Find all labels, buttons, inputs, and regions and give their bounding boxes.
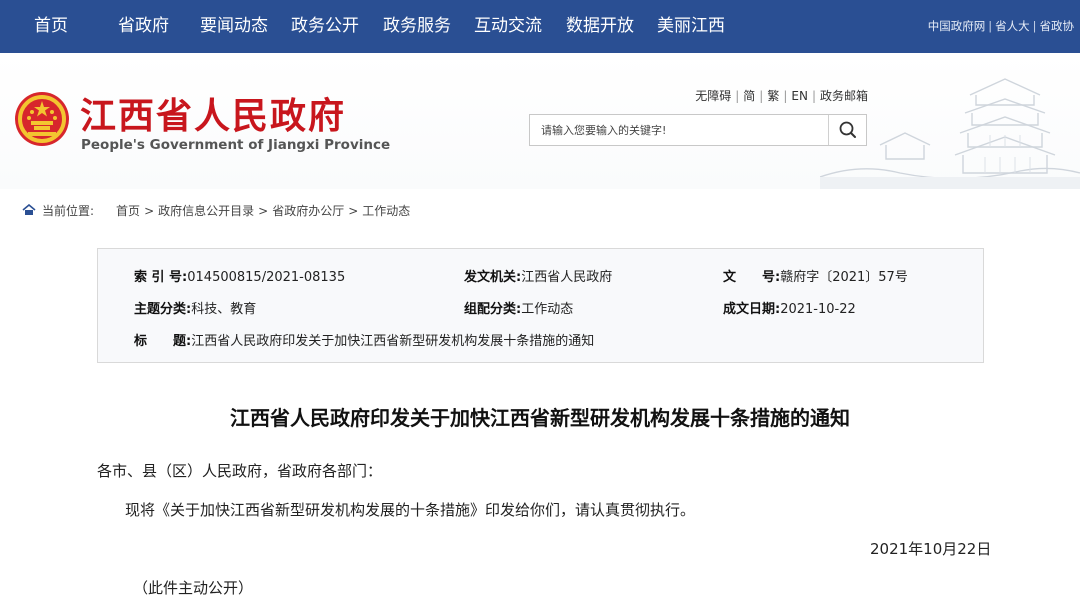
nav-item-government-services[interactable]: 政务服务 [383, 0, 451, 53]
meta-topic-value: 科技、教育 [191, 302, 257, 317]
article-title: 江西省人民政府印发关于加快江西省新型研发机构发展十条措施的通知 [230, 406, 850, 430]
divider: | [811, 89, 816, 103]
meta-docno-label: 文 号: [723, 270, 781, 285]
breadcrumb-separator: > [258, 204, 269, 218]
meta-issuer: 发文机关:江西省人民政府 [464, 266, 612, 285]
meta-docno-value: 赣府字〔2021〕57号 [780, 270, 908, 285]
nav-item-provincial-government[interactable]: 省政府 [118, 0, 169, 53]
nav-item-beautiful-jiangxi[interactable]: 美丽江西 [657, 0, 725, 53]
meta-group: 组配分类:工作动态 [464, 298, 573, 317]
link-china-government[interactable]: 中国政府网 [928, 19, 986, 33]
link-simplified[interactable]: 简 [743, 89, 755, 103]
meta-docno: 文 号:赣府字〔2021〕57号 [723, 266, 908, 285]
search-box [529, 114, 867, 146]
breadcrumb-separator: > [348, 204, 359, 218]
site-title[interactable]: 江西省人民政府 [80, 87, 346, 139]
nav-item-open-data[interactable]: 数据开放 [566, 0, 634, 53]
document-metadata: 索 引 号:014500815/2021-08135 发文机关:江西省人民政府 … [97, 248, 984, 363]
site-subtitle: People's Government of Jiangxi Province [81, 137, 391, 153]
meta-group-label: 组配分类: [464, 302, 522, 317]
link-provincial-congress[interactable]: 省人大 [995, 19, 1030, 33]
breadcrumb-separator: > [144, 204, 155, 218]
site-header: 江西省人民政府 People's Government of Jiangxi P… [0, 53, 1080, 189]
meta-date: 成文日期:2021-10-22 [723, 298, 856, 317]
meta-topic-label: 主题分类: [134, 302, 192, 317]
breadcrumb-info-catalog[interactable]: 政府信息公开目录 [158, 204, 254, 218]
meta-issuer-value: 江西省人民政府 [521, 270, 613, 285]
meta-title: 标 题:江西省人民政府印发关于加快江西省新型研发机构发展十条措施的通知 [134, 330, 594, 349]
link-accessibility[interactable]: 无障碍 [695, 89, 731, 103]
divider: | [783, 89, 788, 103]
breadcrumb-work-news[interactable]: 工作动态 [362, 204, 410, 218]
pavilion-illustration [820, 78, 1080, 189]
meta-date-value: 2021-10-22 [780, 302, 856, 317]
meta-index-value: 014500815/2021-08135 [187, 270, 346, 285]
divider: | [988, 19, 993, 33]
meta-index-label: 索 引 号: [134, 270, 188, 285]
meta-group-value: 工作动态 [521, 302, 574, 317]
breadcrumb-general-office[interactable]: 省政府办公厅 [272, 204, 344, 218]
meta-index: 索 引 号:014500815/2021-08135 [134, 266, 345, 285]
meta-issuer-label: 发文机关: [464, 270, 522, 285]
article-salutation: 各市、县（区）人民政府，省政府各部门： [97, 462, 383, 480]
divider: | [735, 89, 740, 103]
meta-topic: 主题分类:科技、教育 [134, 298, 256, 317]
top-navigation: 首页 省政府 要闻动态 政务公开 政务服务 互动交流 数据开放 美丽江西 中国政… [0, 0, 1080, 53]
external-links: 中国政府网 | 省人大 | 省政协 [928, 0, 1074, 53]
article-note: （此件主动公开） [133, 579, 254, 597]
link-traditional[interactable]: 繁 [767, 89, 779, 103]
link-english[interactable]: EN [791, 89, 808, 103]
national-emblem-icon [15, 92, 69, 146]
meta-title-value: 江西省人民政府印发关于加快江西省新型研发机构发展十条措施的通知 [191, 334, 595, 349]
article-body: 现将《关于加快江西省新型研发机构发展的十条措施》印发给你们，请认真贯彻执行。 [125, 501, 696, 519]
breadcrumb-home[interactable]: 首页 [116, 204, 140, 218]
nav-item-news[interactable]: 要闻动态 [200, 0, 268, 53]
location-icon [22, 204, 36, 215]
divider: | [1032, 19, 1037, 33]
nav-item-open-government[interactable]: 政务公开 [291, 0, 359, 53]
link-provincial-cppcc[interactable]: 省政协 [1040, 19, 1075, 33]
article-date: 2021年10月22日 [870, 540, 992, 558]
divider: | [759, 89, 764, 103]
meta-date-label: 成文日期: [723, 302, 781, 317]
search-input[interactable] [530, 115, 828, 145]
breadcrumb-label: 当前位置: [42, 204, 95, 218]
nav-item-interaction[interactable]: 互动交流 [474, 0, 542, 53]
nav-item-home[interactable]: 首页 [34, 0, 68, 53]
breadcrumb: 当前位置: 首页 > 政府信息公开目录 > 省政府办公厅 > 工作动态 [22, 202, 410, 219]
meta-title-label: 标 题: [134, 334, 192, 349]
